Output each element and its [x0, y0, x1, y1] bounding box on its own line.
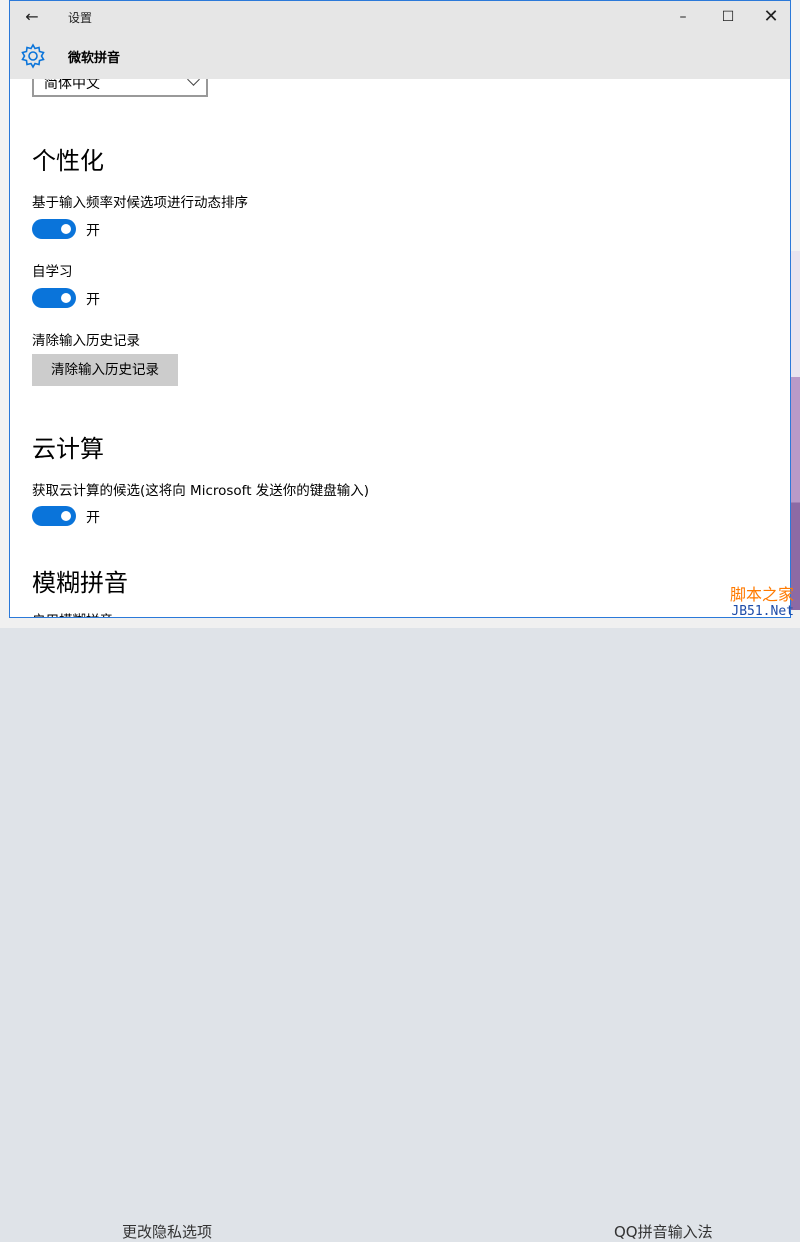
settings-content: 简体中文 个性化 基于输入频率对候选项进行动态排序 开 自学习 开 清除输入历史…: [10, 79, 790, 617]
background-text: 更改隐私选项: [122, 1223, 213, 1241]
maximize-button[interactable]: ☐: [705, 1, 751, 33]
language-select[interactable]: 简体中文: [32, 79, 208, 97]
toggle-knob: [61, 224, 71, 234]
page-header: 微软拼音: [10, 33, 790, 79]
background-window-right: [790, 0, 800, 628]
watermark-line-1: 脚本之家: [729, 585, 794, 604]
dynamic-sort-state: 开: [86, 223, 100, 239]
toggle-knob: [61, 511, 71, 521]
section-title-personalization: 个性化: [32, 147, 104, 175]
dynamic-sort-label: 基于输入频率对候选项进行动态排序: [32, 195, 248, 211]
clear-history-label: 清除输入历史记录: [32, 333, 140, 349]
close-button[interactable]: ✕: [748, 1, 790, 33]
fuzzy-enable-label: 启用模糊拼音: [32, 609, 113, 617]
self-learning-toggle[interactable]: [32, 288, 76, 308]
toggle-knob: [61, 293, 71, 303]
self-learning-state: 开: [86, 292, 100, 308]
watermark: 脚本之家 JB51.Net: [730, 586, 794, 620]
language-select-value: 简体中文: [44, 79, 100, 92]
cloud-candidates-label: 获取云计算的候选(这将向 Microsoft 发送你的键盘输入): [32, 483, 370, 499]
window-title: 设置: [68, 11, 93, 25]
minimize-button[interactable]: –: [660, 1, 706, 33]
settings-window: ← 设置 – ☐ ✕ 微软拼音 简体中文 个性化 基于输入频率对候选项进行动态排…: [9, 0, 791, 618]
clear-history-button[interactable]: 清除输入历史记录: [32, 354, 178, 386]
dynamic-sort-toggle[interactable]: [32, 219, 76, 239]
back-button[interactable]: ←: [20, 5, 44, 29]
section-title-cloud: 云计算: [32, 435, 104, 463]
cloud-candidates-state: 开: [86, 510, 100, 526]
watermark-line-2: JB51.Net: [731, 604, 794, 619]
page-title: 微软拼音: [68, 51, 121, 66]
background-text: QQ拼音输入法: [614, 1223, 713, 1241]
title-bar: ← 设置 – ☐ ✕: [10, 1, 790, 33]
cloud-candidates-toggle[interactable]: [32, 506, 76, 526]
chevron-down-icon: [187, 79, 200, 86]
gear-icon: [21, 43, 45, 69]
section-title-fuzzy: 模糊拼音: [32, 569, 128, 597]
self-learning-label: 自学习: [32, 264, 73, 280]
